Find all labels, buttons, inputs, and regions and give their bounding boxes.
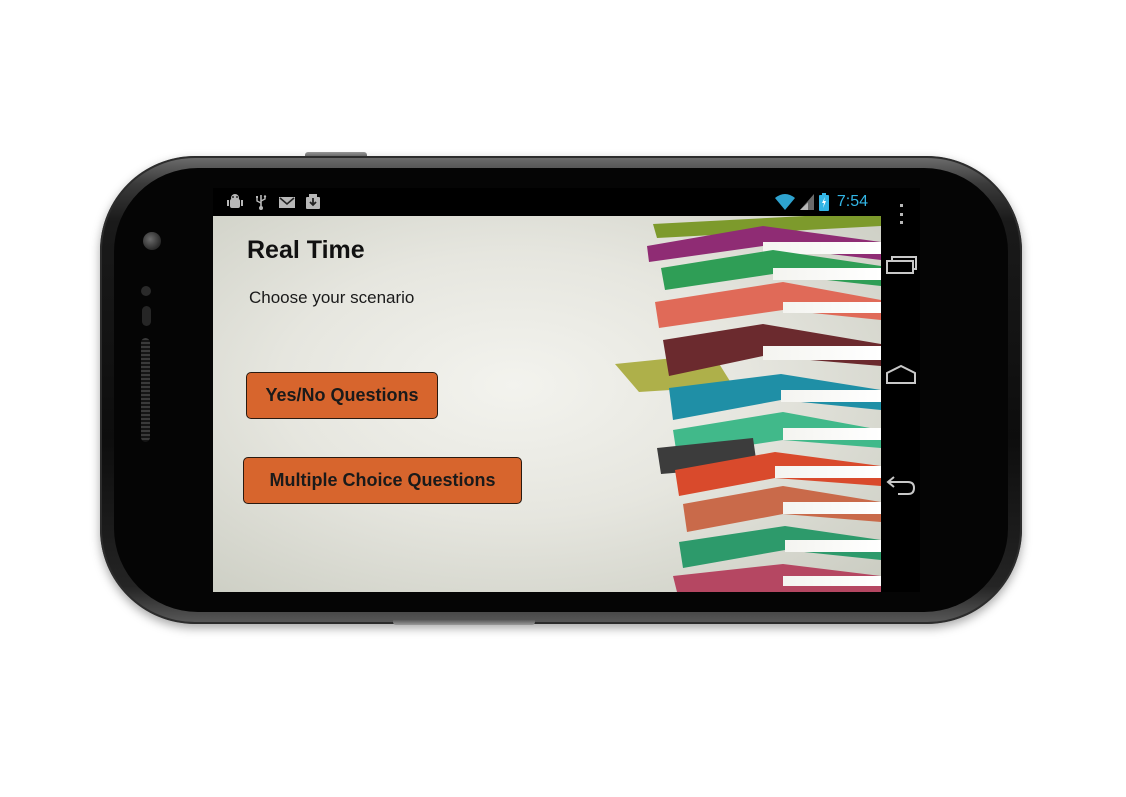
system-status: 7:54 bbox=[774, 192, 868, 212]
android-debug-icon bbox=[225, 193, 245, 211]
home-icon[interactable] bbox=[883, 360, 919, 390]
usb-icon bbox=[251, 193, 271, 211]
signal-icon bbox=[799, 194, 814, 210]
page-subtitle: Choose your scenario bbox=[249, 288, 415, 307]
multiple-choice-questions-button[interactable]: Multiple Choice Questions bbox=[243, 457, 522, 504]
status-bar: 7:54 bbox=[213, 188, 920, 216]
menu-overflow-icon[interactable] bbox=[897, 204, 905, 224]
front-camera-icon bbox=[143, 232, 161, 250]
notification-icons bbox=[225, 193, 323, 211]
books-stack-image bbox=[615, 216, 881, 592]
battery-charging-icon bbox=[818, 193, 829, 211]
gmail-icon bbox=[277, 193, 297, 211]
recent-apps-icon[interactable] bbox=[883, 250, 919, 280]
wifi-icon bbox=[774, 194, 795, 210]
device-screen: 7:54 Real Time Choose your scenario Yes/… bbox=[213, 188, 920, 592]
page-title: Real Time bbox=[247, 236, 365, 264]
light-sensor bbox=[142, 306, 151, 326]
yes-no-questions-button[interactable]: Yes/No Questions bbox=[246, 372, 438, 419]
app-content: Real Time Choose your scenario Yes/No Qu… bbox=[213, 216, 881, 592]
navigation-bar bbox=[881, 204, 920, 592]
status-clock: 7:54 bbox=[836, 193, 868, 210]
earpiece-speaker bbox=[141, 338, 150, 442]
download-icon bbox=[303, 193, 323, 211]
proximity-sensor bbox=[141, 286, 151, 296]
power-button bbox=[393, 620, 535, 625]
back-icon[interactable] bbox=[883, 470, 919, 500]
